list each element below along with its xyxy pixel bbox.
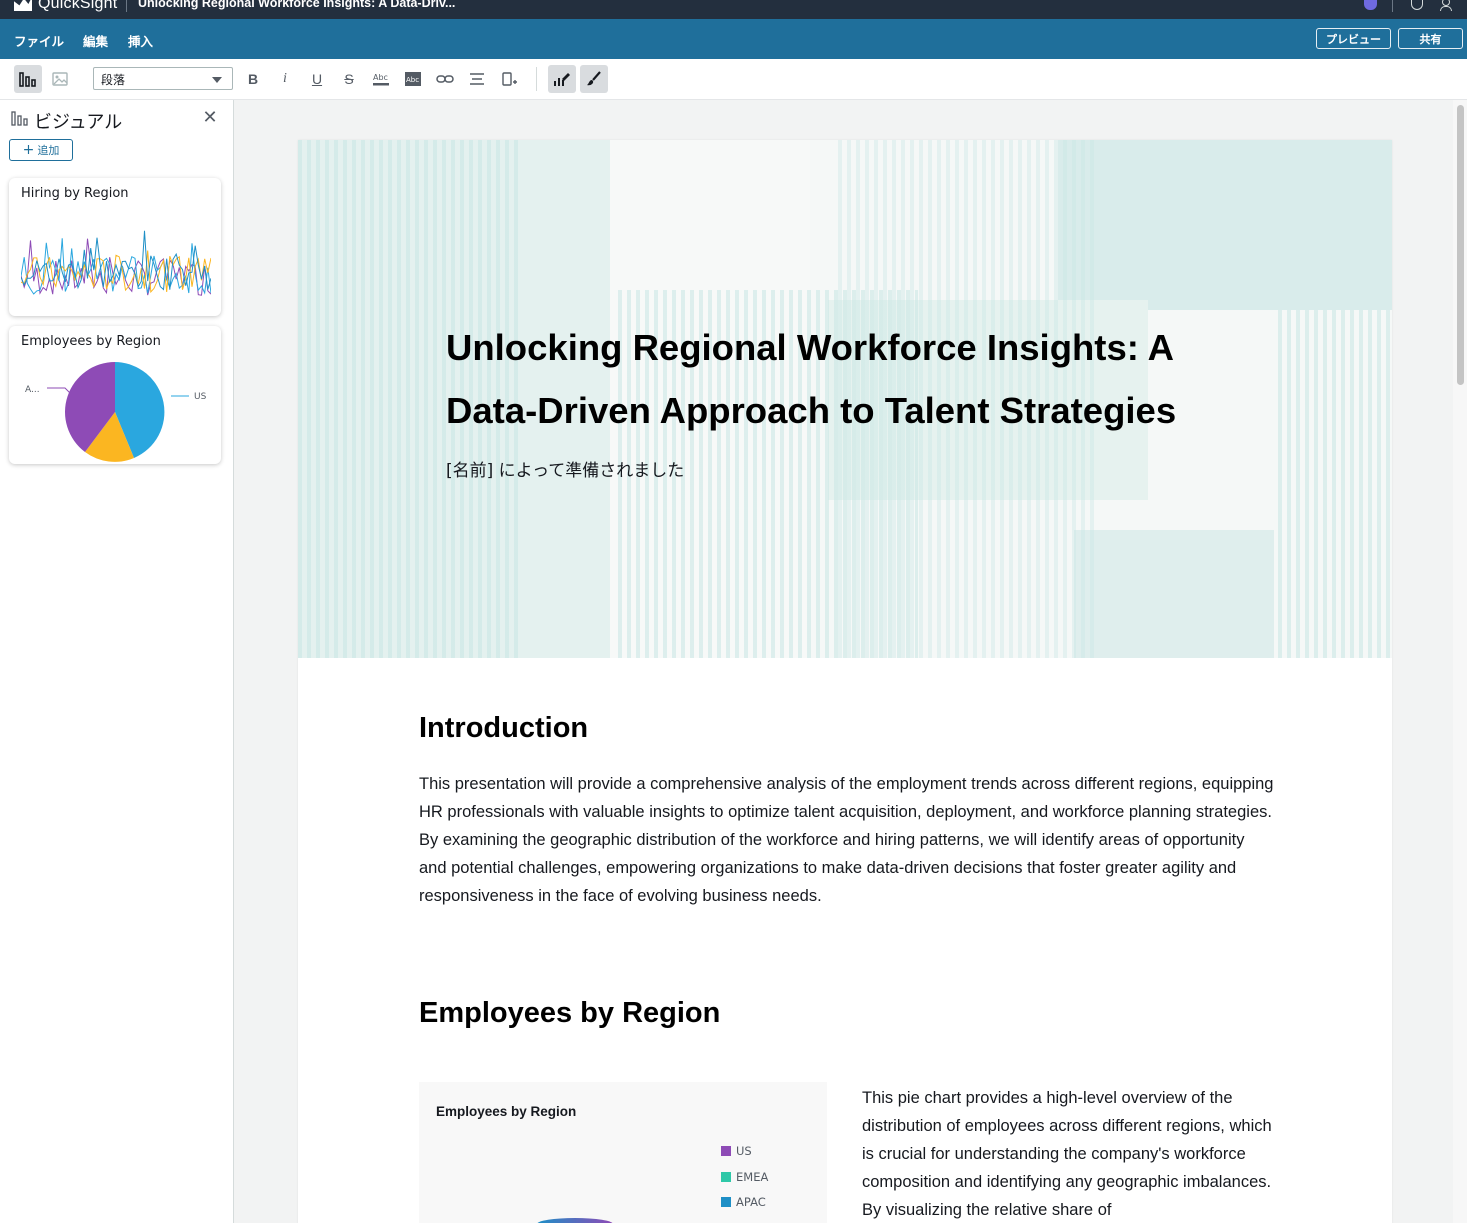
strikethrough-button[interactable]: S (335, 65, 363, 93)
hero-bg-block (1074, 530, 1274, 658)
plus-icon: + (22, 142, 35, 158)
theme-brush-button[interactable] (580, 65, 608, 93)
insert-block-icon (502, 72, 517, 86)
story-page: Unlocking Regional Workforce Insights: A… (298, 140, 1392, 1223)
bar-chart-icon (11, 111, 28, 126)
text-color-button[interactable]: Abc (367, 65, 395, 93)
align-center-icon (470, 73, 484, 85)
employees-paragraph[interactable]: This pie chart provides a high-level ove… (862, 1084, 1282, 1223)
align-button[interactable] (463, 65, 491, 93)
pie-label-us: US (194, 392, 207, 402)
paintbrush-icon (587, 71, 601, 86)
intro-paragraph[interactable]: This presentation will provide a compreh… (419, 770, 1274, 910)
legend-swatch (721, 1172, 731, 1182)
hiring-line-chart-thumbnail (21, 230, 211, 296)
chart-title: Employees by Region (436, 1104, 577, 1119)
quicksight-logo-icon (14, 0, 32, 11)
canvas-scrollbar[interactable] (1453, 100, 1467, 1223)
menu-insert[interactable]: 挿入 (128, 31, 153, 50)
hero-stripes (1278, 310, 1392, 658)
legend-item: US (721, 1144, 752, 1158)
highlight-color-button[interactable]: Abc (399, 65, 427, 93)
title-separator (126, 0, 127, 12)
bar-chart-icon (19, 72, 36, 87)
help-icon[interactable] (1411, 0, 1423, 10)
visuals-panel-toggle[interactable] (14, 65, 42, 93)
svg-text:Abc: Abc (406, 76, 419, 84)
pie-label-apac: A... (25, 385, 40, 395)
chart-pen-icon (554, 73, 570, 86)
image-icon (52, 72, 68, 86)
chart-format-button[interactable] (548, 65, 576, 93)
link-icon (436, 75, 454, 83)
paragraph-style-select[interactable]: 段落 (93, 67, 233, 90)
visuals-panel: ビジュアル ✕ + 追加 Hiring by Region Employees … (0, 100, 234, 1223)
hero-banner: Unlocking Regional Workforce Insights: A… (298, 140, 1392, 658)
menu-file[interactable]: ファイル (14, 31, 64, 50)
legend-label: APAC (736, 1195, 766, 1209)
legend-swatch (721, 1197, 731, 1207)
legend-item: EMEA (721, 1170, 768, 1184)
security-shield-icon[interactable] (1364, 0, 1377, 10)
story-title[interactable]: Unlocking Regional Workforce Insights: A… (446, 316, 1246, 442)
story-canvas[interactable]: Unlocking Regional Workforce Insights: A… (234, 100, 1467, 1223)
legend-item: APAC (721, 1195, 766, 1209)
add-visual-button[interactable]: + 追加 (9, 139, 73, 161)
toolbar-divider (536, 67, 537, 91)
preview-button[interactable]: プレビュー (1316, 28, 1391, 49)
hero-bg-block (1058, 140, 1392, 310)
visuals-panel-title: ビジュアル (34, 112, 123, 133)
insert-button[interactable] (496, 65, 524, 93)
employees-by-region-chart[interactable]: Employees by Region US EMEA APAC (419, 1082, 827, 1223)
image-panel-toggle[interactable] (46, 65, 74, 93)
visual-card-title: Hiring by Region (21, 186, 129, 201)
employees-heading[interactable]: Employees by Region (419, 997, 720, 1030)
bold-button[interactable]: B (239, 65, 267, 93)
brand-name: QuickSight (38, 0, 118, 12)
highlight-icon: Abc (405, 72, 421, 86)
quicksight-logo[interactable]: QuickSight (14, 0, 118, 12)
app-title-bar: QuickSight Unlocking Regional Workforce … (0, 0, 1467, 19)
pie-chart-preview (537, 1218, 613, 1223)
share-button[interactable]: 共有 (1398, 28, 1463, 49)
svg-text:Abc: Abc (373, 73, 388, 82)
underline-button[interactable]: U (303, 65, 331, 93)
legend-label: EMEA (736, 1170, 769, 1184)
chevron-down-icon (212, 77, 222, 83)
legend-label: US (736, 1144, 752, 1158)
add-visual-label: 追加 (37, 144, 60, 157)
intro-heading[interactable]: Introduction (419, 712, 588, 745)
scrollbar-thumb[interactable] (1457, 105, 1464, 385)
menu-edit[interactable]: 編集 (83, 31, 108, 50)
italic-button[interactable]: i (271, 65, 299, 93)
format-toolbar: 段落 B i U S Abc Abc (0, 59, 1467, 100)
document-title: Unlocking Regional Workforce Insights: A… (138, 0, 456, 10)
header-divider (1392, 0, 1393, 12)
legend-swatch (721, 1146, 731, 1156)
user-icon[interactable] (1439, 0, 1452, 11)
text-color-icon: Abc (373, 73, 389, 86)
visual-card-hiring[interactable]: Hiring by Region (9, 178, 221, 316)
menu-bar: ファイル 編集 挿入 プレビュー 共有 (0, 19, 1467, 59)
link-button[interactable] (431, 65, 459, 93)
close-icon[interactable]: ✕ (202, 109, 218, 127)
visual-card-employees[interactable]: Employees by Region A... US (9, 326, 221, 464)
paragraph-style-value: 段落 (101, 73, 126, 87)
story-subtitle[interactable]: [名前] によって準備されました (446, 456, 684, 481)
visual-card-title: Employees by Region (21, 334, 161, 349)
employees-pie-thumbnail: A... US (25, 362, 207, 462)
